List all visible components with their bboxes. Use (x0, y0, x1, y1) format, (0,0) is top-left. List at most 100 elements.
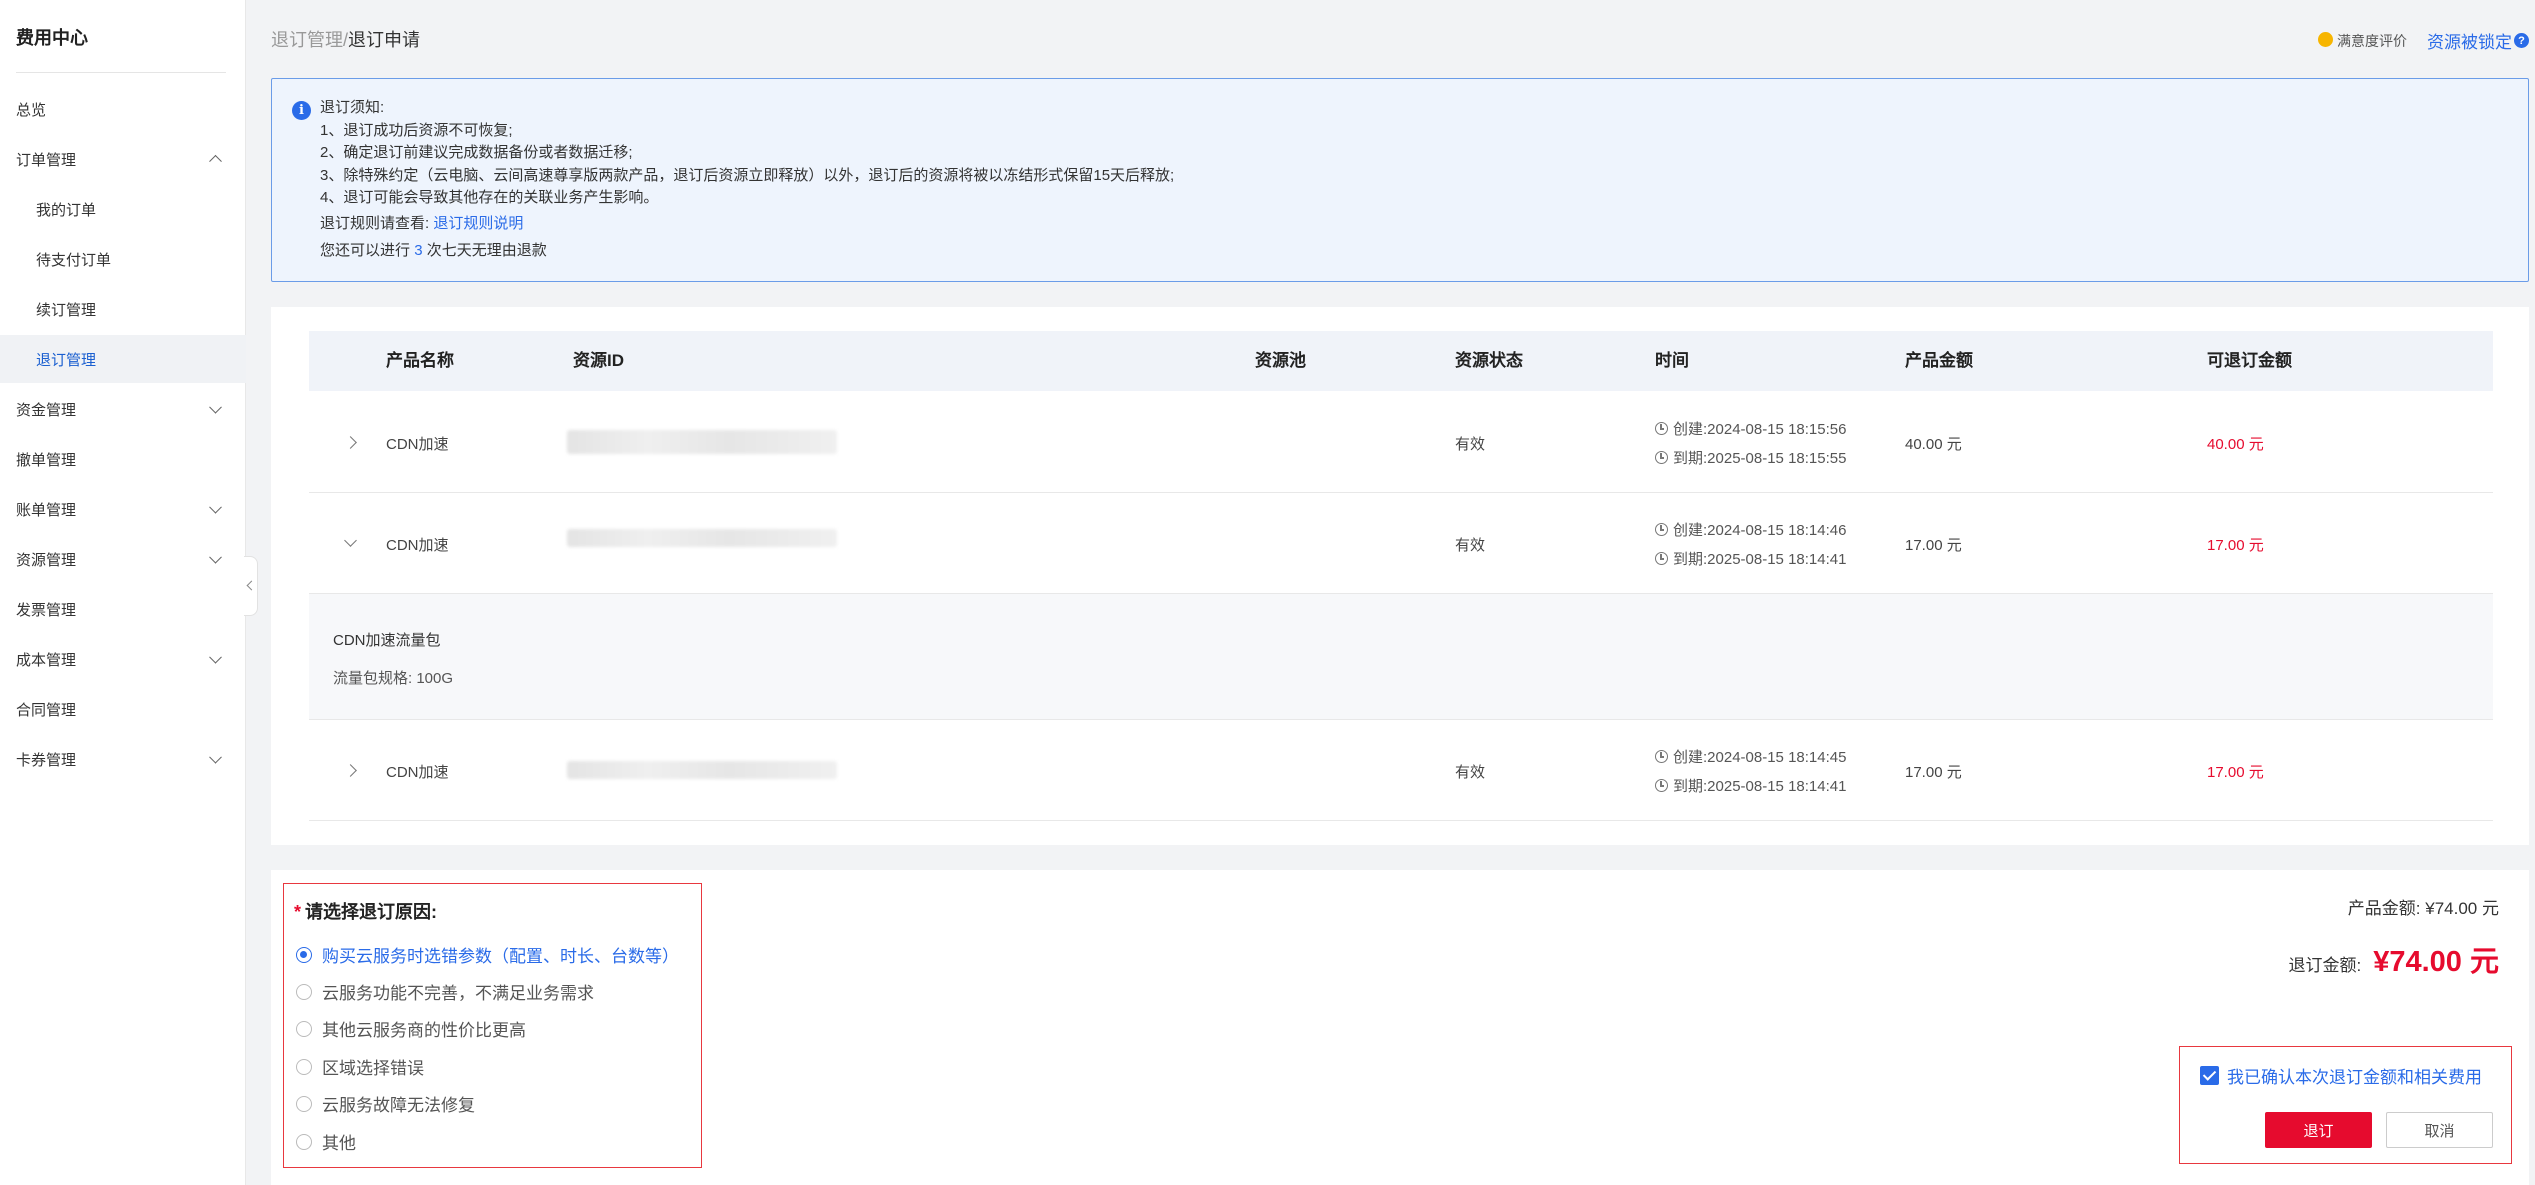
reason-option[interactable]: 云服务故障无法修复 (296, 1091, 475, 1116)
reason-option-label: 云服务功能不完善，不满足业务需求 (322, 984, 594, 1003)
reason-option[interactable]: 云服务功能不完善，不满足业务需求 (296, 979, 594, 1004)
radio-unchecked[interactable] (296, 1020, 312, 1037)
chevron-down-icon (209, 500, 222, 514)
reason-option[interactable]: 其他云服务商的性价比更高 (296, 1016, 526, 1041)
reason-option-label: 云服务故障无法修复 (322, 1096, 475, 1115)
sidebar-item-invoices[interactable]: 发票管理 (0, 585, 246, 633)
sidebar-item-renewal[interactable]: 续订管理 (0, 285, 246, 333)
notice-rule: 退订规则请查看: 退订规则说明 (320, 212, 523, 233)
refundable-amount: 40.00 元 (2207, 436, 2264, 453)
clock-icon (1655, 750, 1668, 763)
reason-option-label: 区域选择错误 (322, 1059, 424, 1078)
notice-text: 退订须知: 1、退订成功后资源不可恢复; 2、确定退订前建议完成数据备份或者数据… (320, 97, 1174, 210)
chevron-up-icon (209, 154, 222, 168)
chevron-right-icon[interactable] (344, 764, 357, 777)
refund-amount-label: 退订金额: (2288, 956, 2362, 975)
sidebar-item-resources[interactable]: 资源管理 (0, 535, 246, 583)
breadcrumb-current: 退订申请 (348, 30, 421, 50)
breadcrumb: 退订管理/退订申请 (271, 26, 420, 52)
product-amount-summary: 产品金额: ¥74.00 元 (2348, 894, 2499, 919)
satisfaction-rating-link[interactable]: 满意度评价 (2318, 31, 2407, 51)
resource-status: 有效 (1455, 764, 1486, 781)
column-header: 可退订金额 (2207, 351, 2292, 370)
product-amount: 17.00 元 (1905, 537, 1962, 554)
reason-option[interactable]: 其他 (296, 1129, 356, 1154)
radio-unchecked[interactable] (296, 1095, 312, 1112)
radio-checked[interactable] (296, 946, 312, 963)
breadcrumb-parent[interactable]: 退订管理 (271, 30, 343, 50)
table-row: CDN加速 有效 创建:2024-08-15 18:14:45 到期:2025-… (309, 720, 2493, 821)
product-name: CDN加速 (386, 764, 449, 781)
sidebar-item-unsubscribe[interactable]: 退订管理 (0, 335, 246, 383)
sidebar-item-label: 账单管理 (16, 501, 77, 519)
reason-option[interactable]: 区域选择错误 (296, 1054, 424, 1079)
smile-icon (2318, 32, 2333, 47)
confirm-label: 我已确认本次退订金额和相关费用 (2227, 1068, 2482, 1087)
help-icon[interactable]: ? (2514, 33, 2529, 48)
sidebar: 费用中心 总览 订单管理 我的订单 待支付订单 续订管理 退订管理 资金管理 撤… (0, 0, 246, 1185)
radio-unchecked[interactable] (296, 983, 312, 1000)
sidebar-item-orders[interactable]: 订单管理 (0, 135, 246, 183)
column-header: 产品金额 (1905, 351, 1973, 370)
cancel-button[interactable]: 取消 (2386, 1112, 2493, 1148)
info-icon: i (292, 101, 311, 120)
sidebar-item-label: 订单管理 (16, 151, 77, 169)
sidebar-collapse-toggle[interactable] (244, 556, 258, 616)
created-time: 创建:2024-08-15 18:14:46 (1655, 519, 1846, 540)
table-row: CDN加速 有效 创建:2024-08-15 18:14:46 到期:2025-… (309, 493, 2493, 594)
clock-icon (1655, 552, 1668, 565)
unsubscribe-notice: i 退订须知: 1、退订成功后资源不可恢复; 2、确定退订前建议完成数据备份或者… (271, 78, 2529, 282)
unsubscribe-form: * 请选择退订原因: 购买云服务时选错参数（配置、时长、台数等） 云服务功能不完善… (271, 870, 2529, 1185)
sidebar-item-coupons[interactable]: 卡券管理 (0, 735, 246, 783)
expiry-time: 到期:2025-08-15 18:14:41 (1655, 548, 1846, 569)
created-text: 创建:2024-08-15 18:15:56 (1673, 421, 1847, 438)
unsubscribe-button[interactable]: 退订 (2265, 1112, 2372, 1148)
reason-title: * 请选择退订原因: (294, 898, 437, 924)
confirm-checkbox-row[interactable]: 我已确认本次退订金额和相关费用 (2200, 1063, 2482, 1088)
sidebar-item-cancel-orders[interactable]: 撤单管理 (0, 435, 246, 483)
created-text: 创建:2024-08-15 18:14:45 (1673, 749, 1847, 766)
expiry-time: 到期:2025-08-15 18:14:41 (1655, 775, 1846, 796)
refund-amount-value: ¥74.00 元 (2373, 946, 2499, 978)
chevron-right-icon[interactable] (344, 436, 357, 449)
detail-spec: 流量包规格: 100G (333, 670, 454, 687)
product-amount-value: ¥74.00 元 (2425, 899, 2499, 918)
confirm-section: 我已确认本次退订金额和相关费用 退订 取消 (2179, 1046, 2512, 1164)
notice-line: 2、确定退订前建议完成数据备份或者数据迁移; (320, 144, 633, 161)
clock-icon (1655, 523, 1668, 536)
sidebar-item-costs[interactable]: 成本管理 (0, 635, 246, 683)
product-amount: 17.00 元 (1905, 764, 1962, 781)
sidebar-item-label: 成本管理 (16, 651, 77, 669)
rule-link[interactable]: 退订规则说明 (433, 215, 523, 232)
notice-title: 退订须知: (320, 99, 385, 116)
table-header: 产品名称 资源ID 资源池 资源状态 时间 产品金额 可退订金额 (309, 331, 2493, 391)
reason-option[interactable]: 购买云服务时选错参数（配置、时长、台数等） (296, 942, 679, 967)
expiry-time: 到期:2025-08-15 18:15:55 (1655, 447, 1846, 468)
sidebar-item-funds[interactable]: 资金管理 (0, 385, 246, 433)
times-count: 3 (414, 242, 423, 259)
expiry-text: 到期:2025-08-15 18:14:41 (1673, 778, 1847, 795)
resource-table-card: 产品名称 资源ID 资源池 资源状态 时间 产品金额 可退订金额 CDN加速 有… (271, 307, 2529, 845)
notice-line: 4、退订可能会导致其他存在的关联业务产生影响。 (320, 189, 659, 206)
locked-label: 资源被锁定 (2427, 33, 2512, 52)
sidebar-item-pending-orders[interactable]: 待支付订单 (0, 235, 246, 283)
resource-id-redacted (567, 529, 837, 547)
sidebar-item-label: 资源管理 (16, 551, 77, 569)
sidebar-item-overview[interactable]: 总览 (0, 85, 246, 133)
resource-locked-link[interactable]: 资源被锁定? (2427, 28, 2529, 53)
refund-amount-summary: 退订金额: ¥74.00 元 (2289, 938, 2500, 980)
header-actions: 满意度评价 资源被锁定? (2318, 28, 2529, 53)
column-header: 时间 (1655, 351, 1689, 370)
resource-id-redacted (567, 430, 837, 454)
column-header: 资源ID (573, 351, 624, 370)
radio-unchecked[interactable] (296, 1133, 312, 1150)
radio-unchecked[interactable] (296, 1058, 312, 1075)
chevron-down-icon[interactable] (344, 534, 357, 547)
reason-option-label: 其他 (322, 1134, 356, 1153)
sidebar-item-contracts[interactable]: 合同管理 (0, 685, 246, 733)
expiry-text: 到期:2025-08-15 18:15:55 (1673, 450, 1847, 467)
sidebar-item-my-orders[interactable]: 我的订单 (0, 185, 246, 233)
checkbox-checked[interactable] (2200, 1066, 2219, 1085)
sidebar-item-bills[interactable]: 账单管理 (0, 485, 246, 533)
resource-status: 有效 (1455, 436, 1486, 453)
